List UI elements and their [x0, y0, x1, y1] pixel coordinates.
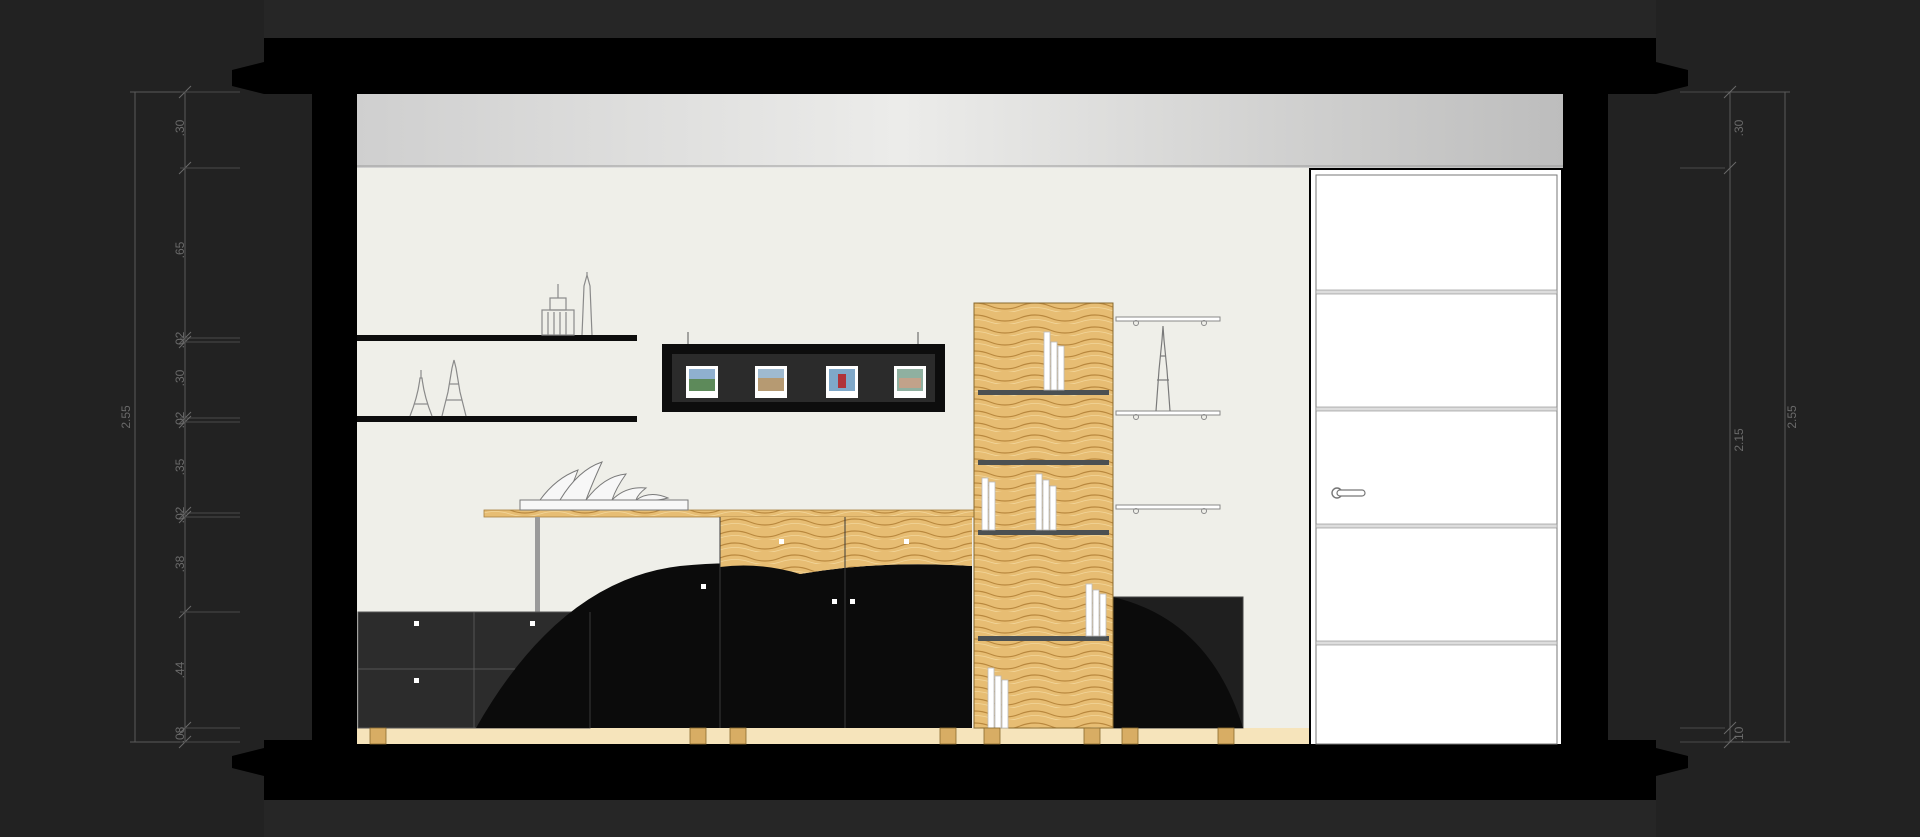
dimension-segment-label: .35	[173, 458, 187, 475]
dimension-segment-label: .02	[173, 331, 187, 348]
photo-frame	[662, 332, 945, 412]
photo-4	[894, 366, 926, 398]
dimension-segment-label: .02	[173, 411, 187, 428]
elevation-drawing: 2.55 .30 .65 .02 .30 .02 .35 .02 .38 .44 .08 2.55…	[0, 0, 1920, 837]
photo-2	[755, 366, 787, 398]
photo-3	[826, 366, 858, 398]
dimension-segment-label: .65	[173, 241, 187, 258]
dimension-segment-label: .30	[173, 369, 187, 386]
dim-left-total: 2.55	[119, 405, 133, 429]
dimension-segment-label: .08	[173, 726, 187, 743]
dim-right-total: 2.55	[1785, 405, 1799, 429]
dimension-segment-label: .10	[1732, 726, 1746, 743]
dimension-segment-label: .30	[1732, 119, 1746, 136]
cabinet-right	[1112, 596, 1244, 729]
bookcase	[973, 302, 1114, 729]
door	[1309, 168, 1563, 745]
ceiling	[357, 94, 1563, 168]
dimension-segment-label: .44	[173, 661, 187, 678]
dimension-segment-label: 2.15	[1732, 428, 1746, 452]
dimension-segment-label: .30	[173, 119, 187, 136]
photo-1	[686, 366, 718, 398]
dimension-segment-label: .38	[173, 555, 187, 572]
dimension-segment-label: .02	[173, 506, 187, 523]
